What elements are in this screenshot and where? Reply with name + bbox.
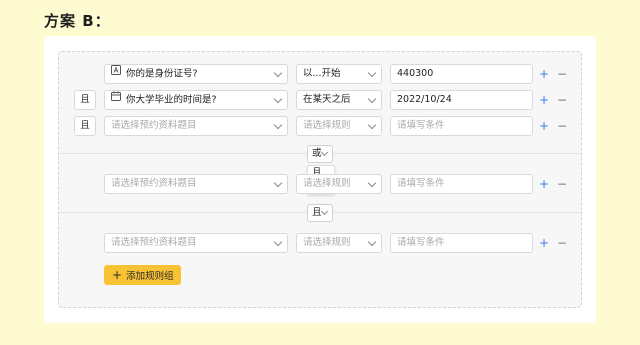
rule-select[interactable]: 请选择规则 (296, 116, 382, 136)
remove-rule-button[interactable]: − (557, 236, 567, 250)
field-select[interactable]: 请选择预约资料题目 (104, 233, 288, 253)
rule-select[interactable]: 请选择规则 (296, 174, 382, 194)
add-rule-button[interactable]: + (539, 93, 549, 107)
condition-input[interactable]: 440300 (390, 64, 533, 84)
rule-join-button[interactable]: 且 (74, 116, 96, 136)
group-logic-value: 或 (312, 148, 322, 159)
chevron-down-icon (273, 178, 283, 188)
page-title: 方案 B： (44, 12, 111, 30)
field-select-value: 你大学毕业的时间是? (126, 94, 217, 106)
remove-rule-button[interactable]: − (557, 177, 567, 191)
condition-input-value: 2022/10/24 (397, 94, 452, 105)
id-card-icon (111, 65, 121, 82)
field-select-value: 你的是身份证号? (126, 68, 198, 80)
group-logic-select[interactable]: 或 (307, 145, 333, 163)
rule-select-placeholder: 请选择规则 (303, 178, 351, 189)
chevron-down-icon (367, 94, 377, 104)
rule-select-placeholder: 请选择规则 (303, 237, 351, 248)
rule-join-button[interactable]: 且 (74, 90, 96, 110)
chevron-down-icon (273, 237, 283, 247)
condition-input[interactable]: 请填写条件 (390, 116, 533, 136)
remove-rule-button[interactable]: − (557, 67, 567, 81)
remove-rule-button[interactable]: − (557, 119, 567, 133)
field-select[interactable]: 你的是身份证号? (104, 64, 288, 84)
condition-input[interactable]: 请填写条件 (390, 174, 533, 194)
rule-select[interactable]: 在某天之后 (296, 90, 382, 110)
rule-select-placeholder: 请选择规则 (303, 120, 351, 131)
remove-rule-button[interactable]: − (557, 93, 567, 107)
chevron-down-icon (273, 68, 283, 78)
group-logic-value: 且 (312, 207, 322, 218)
field-select[interactable]: 你大学毕业的时间是? (104, 90, 288, 110)
condition-input[interactable]: 2022/10/24 (390, 90, 533, 110)
field-select-placeholder: 请选择预约资料题目 (111, 237, 197, 248)
chevron-down-icon (367, 178, 377, 188)
rule-groups-panel: 你的是身份证号? 以...开始 440300 + − 且 你大学毕业的时间是? … (58, 51, 583, 308)
rule-config-card: 你的是身份证号? 以...开始 440300 + − 且 你大学毕业的时间是? … (44, 36, 596, 323)
rule-select-value: 以...开始 (303, 68, 341, 79)
rule-select[interactable]: 请选择规则 (296, 233, 382, 253)
add-rule-group-button[interactable]: + 添加规则组 (104, 265, 181, 285)
field-select-placeholder: 请选择预约资料题目 (111, 120, 197, 131)
field-select[interactable]: 请选择预约资料题目 (104, 116, 288, 136)
add-rule-button[interactable]: + (539, 67, 549, 81)
chevron-down-icon (273, 94, 283, 104)
chevron-down-icon (367, 68, 377, 78)
add-rule-button[interactable]: + (539, 119, 549, 133)
field-select-placeholder: 请选择预约资料题目 (111, 178, 197, 189)
add-rule-group-label: 添加规则组 (126, 271, 174, 282)
calendar-icon (111, 91, 121, 108)
rule-select[interactable]: 以...开始 (296, 64, 382, 84)
add-rule-button[interactable]: + (539, 177, 549, 191)
condition-input-placeholder: 请填写条件 (397, 120, 445, 131)
field-select[interactable]: 请选择预约资料题目 (104, 174, 288, 194)
condition-input-placeholder: 请填写条件 (397, 178, 445, 189)
add-rule-button[interactable]: + (539, 236, 549, 250)
chevron-down-icon (367, 120, 377, 130)
chevron-down-icon (320, 148, 329, 157)
condition-input-placeholder: 请填写条件 (397, 237, 445, 248)
plus-icon: + (112, 268, 123, 282)
chevron-down-icon (320, 207, 329, 216)
group-logic-select[interactable]: 且 (307, 204, 333, 222)
chevron-down-icon (367, 237, 377, 247)
condition-input[interactable]: 请填写条件 (390, 233, 533, 253)
chevron-down-icon (273, 120, 283, 130)
condition-input-value: 440300 (397, 68, 434, 79)
rule-select-value: 在某天之后 (303, 94, 351, 105)
